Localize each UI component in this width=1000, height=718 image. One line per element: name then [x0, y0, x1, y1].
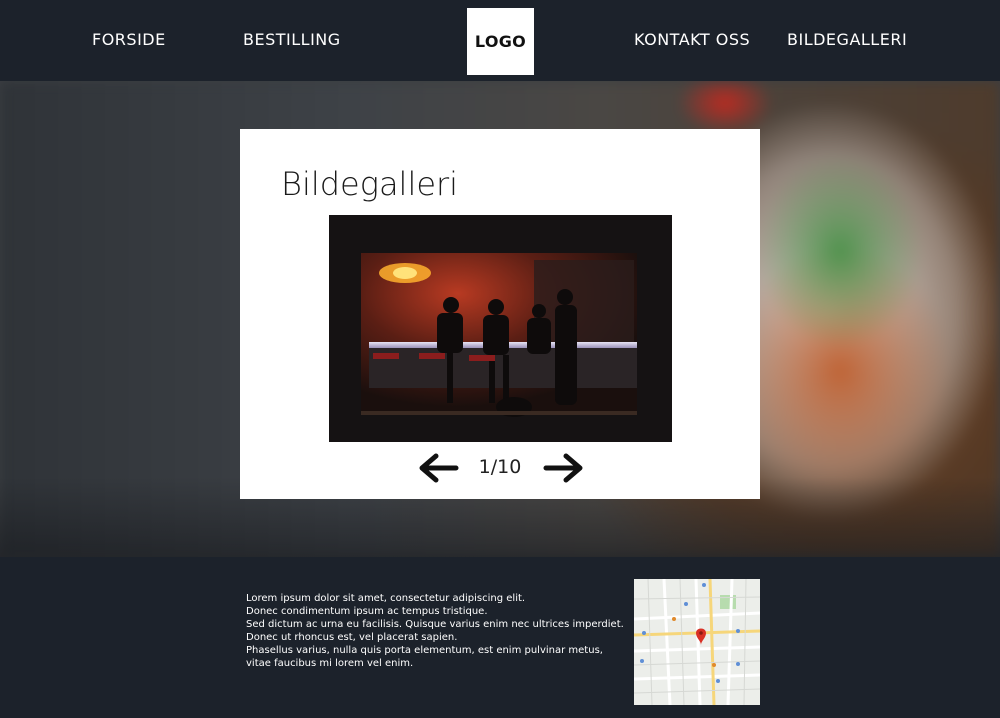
logo[interactable]: LOGO [467, 8, 534, 75]
location-map[interactable] [634, 579, 760, 705]
site-header: FORSIDE BESTILLING LOGO KONTAKT OSS BILD… [0, 0, 1000, 81]
logo-text: LOGO [474, 32, 527, 51]
footer-text: Lorem ipsum dolor sit amet, consectetur … [246, 592, 626, 670]
footer-line: Donec condimentum ipsum ac tempus tristi… [246, 606, 488, 617]
prev-button[interactable] [416, 451, 460, 485]
footer-line: Lorem ipsum dolor sit amet, consectetur … [246, 593, 526, 604]
nav-link-bestilling[interactable]: BESTILLING [243, 30, 341, 49]
arrow-left-icon [419, 453, 459, 483]
footer-line: vitae faucibus mi lorem vel enim. [246, 658, 414, 669]
gallery-photo [329, 215, 672, 442]
arrow-right-icon [543, 453, 583, 483]
next-button[interactable] [542, 451, 586, 485]
footer-line: Sed dictum ac urna eu facilisis. Quisque… [246, 619, 624, 630]
nav-link-kontakt-oss[interactable]: KONTAKT OSS [634, 30, 750, 49]
nav-link-forside[interactable]: FORSIDE [92, 30, 166, 49]
gallery-counter: 1/10 [478, 456, 522, 478]
nav-link-bildegalleri[interactable]: BILDEGALLERI [787, 30, 907, 49]
footer-line: Phasellus varius, nulla quis porta eleme… [246, 645, 603, 656]
gallery-title: Bildegalleri [281, 165, 459, 203]
footer-line: Donec ut rhoncus est, vel placerat sapie… [246, 632, 458, 643]
site-footer: Lorem ipsum dolor sit amet, consectetur … [0, 557, 1000, 718]
gallery-card: Bildegalleri 1/10 [240, 129, 760, 499]
